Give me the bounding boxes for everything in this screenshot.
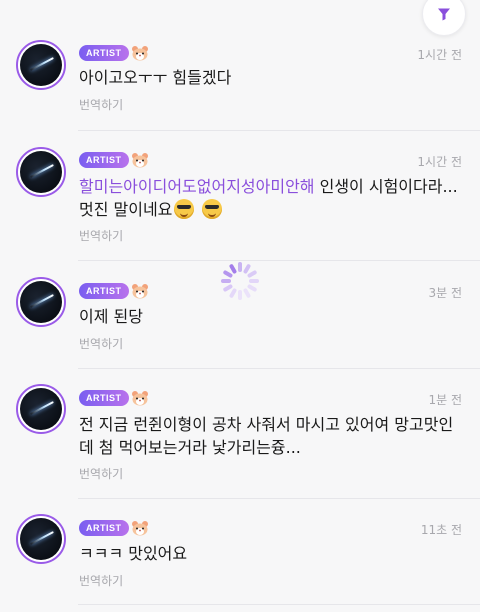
hamster-icon <box>132 153 148 168</box>
filter-icon <box>438 8 450 21</box>
hamster-icon <box>132 521 148 536</box>
comment-text: 전 지금 런쥔이형이 공차 사줘서 마시고 있어여 망고맛인데 첨 먹어보는거라… <box>79 415 454 457</box>
comment-text: 이제 된당 <box>79 307 143 326</box>
artist-badge: ARTIST <box>79 390 129 406</box>
avatar[interactable] <box>16 277 66 327</box>
timestamp: 3분 전 <box>428 286 462 300</box>
artist-badge: ARTIST <box>79 45 129 61</box>
divider <box>78 604 480 605</box>
avatar[interactable] <box>16 147 66 197</box>
timestamp: 11초 전 <box>420 523 462 537</box>
translate-link[interactable]: 번역하기 <box>79 96 123 113</box>
avatar[interactable] <box>16 40 66 90</box>
artist-badge: ARTIST <box>79 283 129 299</box>
timestamp: 1시간 전 <box>417 48 462 62</box>
filter-button[interactable] <box>422 0 466 36</box>
translate-link[interactable]: 번역하기 <box>79 335 123 352</box>
hamster-icon <box>132 284 148 299</box>
divider <box>78 260 480 261</box>
comment-text: ㅋㅋㅋ 맛있어요 <box>79 544 188 563</box>
divider <box>78 130 480 131</box>
hamster-icon <box>132 391 148 406</box>
avatar[interactable] <box>16 514 66 564</box>
avatar[interactable] <box>16 384 66 434</box>
translate-link[interactable]: 번역하기 <box>79 465 123 482</box>
mention-link[interactable]: 할미는아이디어도없어지성아미안해 <box>79 177 315 196</box>
timestamp: 1분 전 <box>428 393 462 407</box>
sunglasses-emoji-icon <box>201 199 222 219</box>
divider <box>78 368 480 369</box>
translate-link[interactable]: 번역하기 <box>79 572 123 589</box>
comment-text: 아이고오ㅜㅜ 힘들겠다 <box>79 68 232 87</box>
comment-text: 할미는아이디어도없어지성아미안해 인생이 시험이다라... 멋진 말이네요 <box>79 175 460 221</box>
hamster-icon <box>132 46 148 61</box>
translate-link[interactable]: 번역하기 <box>79 227 123 244</box>
artist-badge: ARTIST <box>79 520 129 536</box>
loading-spinner-icon <box>221 262 259 300</box>
divider <box>78 498 480 499</box>
sunglasses-emoji-icon <box>174 199 195 219</box>
artist-badge: ARTIST <box>79 152 129 168</box>
timestamp: 1시간 전 <box>417 155 462 169</box>
